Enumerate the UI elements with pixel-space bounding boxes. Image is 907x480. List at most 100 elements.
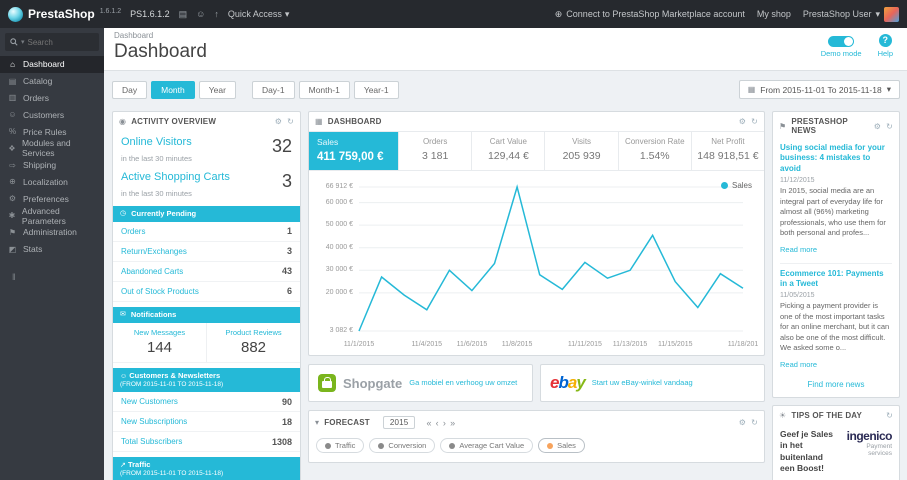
gear-icon[interactable]: ⚙ [275,117,282,126]
sidebar-item-dashboard[interactable]: ⌂ Dashboard [0,56,104,73]
search-scope-chevron-icon[interactable]: ▾ [21,38,25,46]
upload-icon[interactable]: ↑ [214,9,219,19]
row-label: New Subscriptions [121,417,188,427]
prestashop-logo[interactable]: PrestaShop 1.6.1.2 [8,6,121,22]
kpi-net-profit[interactable]: Net Profit 148 918,51 € [692,132,764,170]
gear-icon[interactable]: ⚙ [739,418,746,427]
refresh-icon[interactable]: ↻ [886,122,893,131]
active-carts-value: 3 [281,171,292,191]
news-panel-title: PRESTASHOP NEWS [791,117,848,135]
online-visitors-sub: in the last 30 minutes [121,154,192,163]
customers-row-total-subscribers[interactable]: Total Subscribers 1308 [113,432,300,453]
find-more-news-link[interactable]: Find more news [773,377,899,397]
sidebar-item-localization[interactable]: ⊕ Localization [0,174,104,191]
kpi-cart-value[interactable]: Cart Value 129,44 € [472,132,546,170]
sidebar-item-advanced-parameters[interactable]: ✱ Advanced Parameters [0,206,104,226]
sidebar-item-catalog[interactable]: ▤ Catalog [0,73,104,90]
customers-section-header: ☺ Customers & Newsletters (FROM 2015-11-… [113,367,300,393]
news-article-title[interactable]: Using social media for your business: 4 … [780,143,892,174]
last-page-icon[interactable]: » [450,418,455,428]
stats-icon: ◩ [8,244,17,254]
pending-row-out-of-stock[interactable]: Out of Stock Products 6 [113,282,300,302]
demo-mode-toggle[interactable]: Demo mode [821,34,862,58]
customers-icon: ☺ [8,110,17,120]
forecast-year-select[interactable]: 2015 [382,416,416,429]
date-range-picker[interactable]: ▦ From 2015-11-01 To 2015-11-18 ▾ [738,80,900,99]
customers-row-new-customers[interactable]: New Customers 90 [113,392,300,413]
my-shop-link[interactable]: My shop [757,9,791,19]
chart-legend[interactable]: Sales [720,181,752,190]
refresh-icon[interactable]: ↻ [751,117,758,126]
read-more-link[interactable]: Read more [780,245,817,254]
pending-row-orders[interactable]: Orders 1 [113,222,300,242]
read-more-link[interactable]: Read more [780,360,817,369]
customers-row-new-subscriptions[interactable]: New Subscriptions 18 [113,412,300,433]
demo-mode-label: Demo mode [820,49,862,58]
sidebar-search[interactable]: ▾ [5,33,99,51]
refresh-icon[interactable]: ↻ [886,411,893,420]
customers-subtitle: (FROM 2015-11-01 TO 2015-11-18) [120,380,224,388]
range-year-1-button[interactable]: Year-1 [353,80,399,99]
y-axis-tick: 20 000 € [325,288,353,296]
kpi-visits[interactable]: Visits 205 939 [545,132,619,170]
user-menu[interactable]: PrestaShop User ▾ [803,6,899,22]
range-year-button[interactable]: Year [198,80,236,99]
cart-icon[interactable]: ▤ [179,9,188,20]
forecast-chip-average-cart-value[interactable]: Average Cart Value [440,438,534,453]
sidebar-item-customers[interactable]: ☺ Customers [0,106,104,123]
forecast-legend: Traffic Conversion Average Cart Value Sa… [309,434,764,462]
refresh-icon[interactable]: ↻ [287,117,294,126]
sidebar-item-label: Preferences [23,193,69,204]
kpi-label: Orders [422,137,448,146]
product-reviews-cell[interactable]: Product Reviews 882 [206,322,300,362]
pending-row-abandoned-carts[interactable]: Abandoned Carts 43 [113,262,300,282]
gear-icon[interactable]: ⚙ [739,117,746,126]
news-article-title[interactable]: Ecommerce 101: Payments in a Tweet [780,269,892,290]
breadcrumb[interactable]: Dashboard [114,31,897,40]
new-messages-cell[interactable]: New Messages 144 [113,323,206,362]
shopgate-link[interactable]: Ga mobiel en verhoog uw omzet [409,378,517,388]
forecast-chip-conversion[interactable]: Conversion [369,438,436,453]
sidebar-item-orders[interactable]: ▥ Orders [0,90,104,107]
chip-dot [547,442,554,449]
shopgate-module: Shopgate Ga mobiel en verhoog uw omzet [308,364,533,402]
sidebar-item-stats[interactable]: ◩ Stats [0,241,104,258]
y-axis: 66 912 € 60 000 € 50 000 € 40 000 € 30 000 €… [313,181,355,341]
kpi-orders[interactable]: Orders 3 181 [399,132,473,170]
forecast-chip-traffic[interactable]: Traffic [316,438,365,453]
row-value: 43 [281,266,292,277]
news-article: Ecommerce 101: Payments in a Tweet 11/05… [780,269,892,372]
forecast-chip-sales[interactable]: Sales [538,438,585,453]
chip-dot [449,442,456,449]
news-article: Using social media for your business: 4 … [780,143,892,257]
kpi-conversion-rate[interactable]: Conversion Rate 1.54% [619,132,692,170]
gear-icon[interactable]: ⚙ [874,122,881,131]
kpi-sales[interactable]: Sales 411 759,00 € [309,132,400,170]
kpi-label: Net Profit [711,137,745,146]
help-button[interactable]: ? Help [878,34,893,58]
next-page-icon[interactable]: › [443,418,446,428]
sidebar-collapse-button[interactable]: ‖ [0,272,104,282]
range-month-1-button[interactable]: Month-1 [298,80,350,99]
kpi-value: 129,44 € [487,150,529,162]
online-visitors-label[interactable]: Online Visitors [121,136,192,148]
sidebar-item-shipping[interactable]: ⇨ Shipping [0,157,104,174]
quick-access-menu[interactable]: Quick Access ▾ [228,9,290,20]
search-input[interactable] [27,37,84,47]
prev-page-icon[interactable]: ‹ [436,418,439,428]
user-icon[interactable]: ☺ [196,9,205,19]
ebay-link[interactable]: Start uw eBay-winkel vandaag [592,378,693,388]
active-carts-label[interactable]: Active Shopping Carts [121,171,230,183]
ingenico-logo: ingenico Payment services [845,429,893,475]
refresh-icon[interactable]: ↻ [751,418,758,427]
range-month-button[interactable]: Month [151,80,195,99]
pending-row-returns[interactable]: Return/Exchanges 3 [113,242,300,262]
brand-name: PrestaShop [28,6,95,21]
range-day-1-button[interactable]: Day-1 [251,80,295,99]
marketplace-connect-link[interactable]: ⊕ Connect to PrestaShop Marketplace acco… [555,9,745,20]
sidebar-item-modules[interactable]: ❖ Modules and Services [0,138,104,158]
first-page-icon[interactable]: « [426,418,431,428]
range-day-button[interactable]: Day [112,80,148,99]
sidebar-item-administration[interactable]: ⚑ Administration [0,224,104,241]
toggle-icon[interactable] [828,36,855,47]
